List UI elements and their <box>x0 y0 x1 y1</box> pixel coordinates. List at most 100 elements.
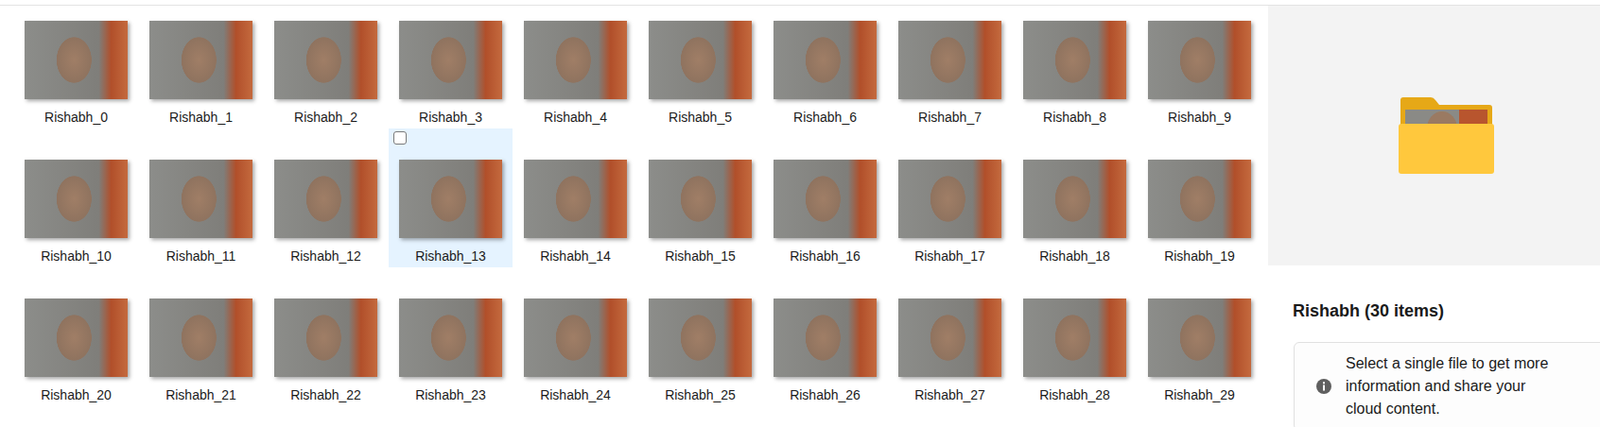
photo-thumbnail <box>399 298 503 378</box>
file-name: Rishabh_13 <box>415 247 487 265</box>
photo-thumbnail <box>773 20 877 100</box>
photo-thumbnail <box>773 298 877 378</box>
photo-thumbnail <box>274 159 378 239</box>
photo-thumbnail <box>1147 20 1252 100</box>
photo-thumbnail <box>149 159 253 239</box>
file-name: Rishabh_2 <box>294 108 358 126</box>
file-name: Rishabh_23 <box>415 386 487 404</box>
info-box: Select a single file to get more informa… <box>1293 342 1600 427</box>
file-item[interactable]: Rishabh_0 <box>14 5 139 129</box>
file-name: Rishabh_5 <box>668 108 732 126</box>
file-name: Rishabh_16 <box>789 247 861 265</box>
file-item[interactable]: Rishabh_5 <box>638 5 763 129</box>
file-name: Rishabh_18 <box>1039 247 1111 265</box>
file-item[interactable]: Rishabh_19 <box>1137 128 1262 268</box>
photo-thumbnail <box>648 159 752 239</box>
file-item[interactable]: Rishabh_13 <box>388 128 513 268</box>
photo-thumbnail <box>274 20 378 100</box>
info-text: Select a single file to get more informa… <box>1345 352 1566 421</box>
file-item[interactable]: Rishabh_7 <box>887 5 1012 129</box>
photo-thumbnail <box>1023 20 1127 100</box>
file-name: Rishabh_11 <box>166 247 237 265</box>
photo-thumbnail <box>648 20 752 100</box>
file-name: Rishabh_14 <box>539 247 611 265</box>
details-title: Rishabh (30 items) <box>1292 299 1600 323</box>
file-item[interactable]: Rishabh_3 <box>388 5 513 129</box>
file-item[interactable]: Rishabh_10 <box>14 128 139 268</box>
file-item[interactable]: Rishabh_29 <box>1137 267 1262 407</box>
file-item[interactable]: Rishabh_25 <box>638 267 763 407</box>
folder-icon <box>1396 96 1496 175</box>
file-name: Rishabh_4 <box>543 108 608 126</box>
file-item[interactable]: Rishabh_6 <box>763 5 887 129</box>
file-item[interactable]: Rishabh_17 <box>887 128 1012 268</box>
photo-thumbnail <box>523 298 627 378</box>
photo-thumbnail <box>898 159 1002 239</box>
file-item[interactable]: Rishabh_1 <box>139 5 263 129</box>
photo-thumbnail <box>648 298 752 378</box>
file-name: Rishabh_27 <box>914 386 986 404</box>
photo-thumbnail <box>149 298 253 378</box>
file-grid: Rishabh_0 Rishabh_1 Rishabh_2 Rishabh_3 … <box>0 5 1269 407</box>
item-checkbox[interactable] <box>393 131 407 145</box>
file-name: Rishabh_20 <box>40 386 112 404</box>
file-view: Rishabh_0 Rishabh_1 Rishabh_2 Rishabh_3 … <box>0 5 1269 427</box>
info-icon <box>1315 378 1333 396</box>
file-name: Rishabh_3 <box>418 108 483 126</box>
file-item[interactable]: Rishabh_14 <box>513 128 638 268</box>
file-name: Rishabh_26 <box>789 386 861 404</box>
file-item[interactable]: Rishabh_11 <box>139 128 263 268</box>
photo-thumbnail <box>1147 298 1252 378</box>
file-name: Rishabh_19 <box>1164 247 1235 265</box>
file-item[interactable]: Rishabh_26 <box>763 267 887 407</box>
photo-thumbnail <box>399 20 503 100</box>
file-name: Rishabh_29 <box>1164 386 1235 404</box>
file-name: Rishabh_8 <box>1043 108 1107 126</box>
file-item[interactable]: Rishabh_9 <box>1137 5 1262 129</box>
file-item[interactable]: Rishabh_28 <box>1012 267 1137 407</box>
photo-thumbnail <box>898 20 1002 100</box>
file-item[interactable]: Rishabh_8 <box>1012 5 1137 129</box>
photo-thumbnail <box>24 20 128 100</box>
photo-thumbnail <box>773 159 877 239</box>
preview-area <box>1268 5 1600 266</box>
photo-thumbnail <box>898 298 1002 378</box>
file-name: Rishabh_21 <box>165 386 237 404</box>
photo-thumbnail <box>24 298 128 378</box>
photo-thumbnail <box>149 20 253 100</box>
file-name: Rishabh_28 <box>1039 386 1111 404</box>
file-name: Rishabh_17 <box>914 247 986 265</box>
photo-thumbnail <box>1023 159 1127 239</box>
file-item[interactable]: Rishabh_4 <box>513 5 638 129</box>
file-item[interactable]: Rishabh_22 <box>263 267 388 407</box>
photo-thumbnail <box>1147 159 1252 239</box>
file-item[interactable]: Rishabh_12 <box>263 128 388 268</box>
file-name: Rishabh_12 <box>290 247 362 265</box>
file-name: Rishabh_15 <box>664 247 736 265</box>
file-name: Rishabh_0 <box>44 108 108 126</box>
photo-thumbnail <box>24 159 128 239</box>
file-item[interactable]: Rishabh_27 <box>887 267 1012 407</box>
file-name: Rishabh_22 <box>290 386 362 404</box>
file-item[interactable]: Rishabh_23 <box>388 267 513 407</box>
file-name: Rishabh_9 <box>1167 108 1232 126</box>
details-pane: Rishabh (30 items) Select a single file … <box>1268 5 1600 427</box>
file-item[interactable]: Rishabh_21 <box>139 267 263 407</box>
file-name: Rishabh_24 <box>539 386 611 404</box>
file-name: Rishabh_10 <box>40 247 112 265</box>
file-item[interactable]: Rishabh_15 <box>638 128 763 268</box>
file-item[interactable]: Rishabh_18 <box>1012 128 1137 268</box>
file-name: Rishabh_6 <box>793 108 857 126</box>
file-explorer: Rishabh_0 Rishabh_1 Rishabh_2 Rishabh_3 … <box>0 0 1600 427</box>
photo-thumbnail <box>1023 298 1127 378</box>
file-name: Rishabh_25 <box>664 386 736 404</box>
photo-thumbnail <box>399 159 503 239</box>
file-item[interactable]: Rishabh_24 <box>513 267 638 407</box>
file-item[interactable]: Rishabh_20 <box>14 267 139 407</box>
file-name: Rishabh_7 <box>918 108 982 126</box>
file-item[interactable]: Rishabh_2 <box>263 5 388 129</box>
photo-thumbnail <box>274 298 378 378</box>
file-item[interactable]: Rishabh_16 <box>763 128 887 268</box>
file-name: Rishabh_1 <box>169 108 233 126</box>
photo-thumbnail <box>523 20 627 100</box>
